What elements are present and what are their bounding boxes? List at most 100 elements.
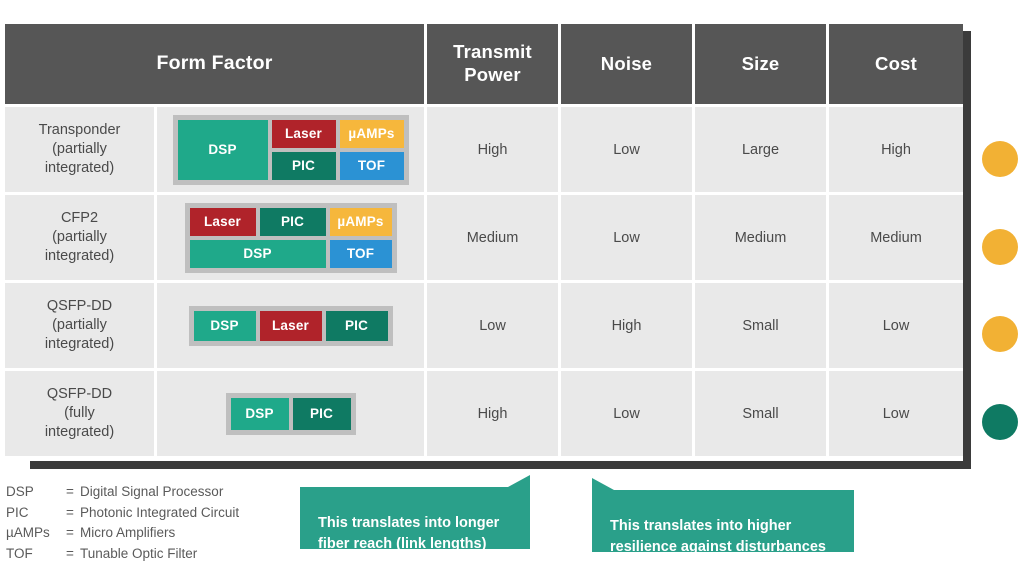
legend-key: µAMPs bbox=[6, 525, 50, 541]
chip-pic: PIC bbox=[325, 310, 388, 341]
table-row: CFP2 (partially integrated) Laser PIC µA… bbox=[5, 195, 963, 280]
chip-dsp: DSP bbox=[230, 397, 289, 430]
cell-form-factor: QSFP-DD (partially integrated) DSP Laser… bbox=[5, 283, 424, 368]
cell-size: Small bbox=[695, 283, 826, 368]
cell-noise: Low bbox=[561, 195, 692, 280]
cell-cost: Low bbox=[829, 283, 963, 368]
cell-value: Low bbox=[479, 317, 506, 334]
chip-stack: Laser µAMPs PIC TOF bbox=[271, 119, 404, 180]
abbreviation-legend: DSP = Digital Signal Processor PIC = Pho… bbox=[6, 482, 239, 564]
column-header-noise: Noise bbox=[561, 24, 692, 104]
package-frame: DSP PIC bbox=[225, 392, 356, 435]
cell-cost: Medium bbox=[829, 195, 963, 280]
form-factor-label: QSFP-DD (partially integrated) bbox=[5, 283, 154, 368]
legend-key: TOF bbox=[6, 545, 33, 561]
legend-item: µAMPs = Micro Amplifiers bbox=[6, 523, 239, 544]
comparison-table-slide: Form Factor Transmit Power Noise Size Co… bbox=[0, 0, 1024, 580]
column-header-size-label: Size bbox=[741, 52, 780, 74]
chip-row-bottom: DSP TOF bbox=[189, 239, 392, 268]
package-diagram-qsfp-dd-full: DSP PIC bbox=[157, 371, 424, 456]
cell-size: Medium bbox=[695, 195, 826, 280]
chip-pic: PIC bbox=[259, 207, 326, 236]
status-indicator-column bbox=[980, 24, 1024, 461]
chip-dsp: DSP bbox=[177, 119, 268, 180]
cell-transmit-power: Medium bbox=[427, 195, 558, 280]
chip-pic: PIC bbox=[292, 397, 351, 430]
chip-uamps: µAMPs bbox=[339, 119, 404, 148]
cell-value: Large bbox=[741, 141, 780, 158]
chip-uamps: µAMPs bbox=[329, 207, 392, 236]
package-frame: DSP Laser PIC bbox=[188, 305, 393, 346]
chip-tof: TOF bbox=[339, 151, 404, 180]
cell-value: High bbox=[477, 141, 508, 158]
chip-row-top: Laser PIC µAMPs bbox=[189, 207, 392, 236]
chip-laser: Laser bbox=[271, 119, 336, 148]
column-header-transmit-power: Transmit Power bbox=[427, 24, 558, 104]
legend-equals: = bbox=[66, 484, 74, 499]
table-shadow-bottom bbox=[30, 461, 971, 469]
status-dot-qsfp-dd-full bbox=[982, 404, 1018, 440]
legend-key: PIC bbox=[6, 504, 29, 520]
column-header-cost: Cost bbox=[829, 24, 963, 104]
callout-notch-icon bbox=[592, 478, 614, 490]
legend-value: Micro Amplifiers bbox=[80, 525, 176, 541]
cell-value: Medium bbox=[466, 229, 519, 246]
cell-noise: Low bbox=[561, 107, 692, 192]
form-factor-label: CFP2 (partially integrated) bbox=[5, 195, 154, 280]
legend-value: Tunable Optic Filter bbox=[80, 545, 198, 561]
chip-laser: Laser bbox=[189, 207, 256, 236]
cell-cost: Low bbox=[829, 371, 963, 456]
cell-transmit-power: Low bbox=[427, 283, 558, 368]
legend-equals: = bbox=[66, 504, 74, 520]
callout-notch-icon bbox=[508, 475, 530, 487]
table-row: Transponder (partially integrated) DSP L… bbox=[5, 107, 963, 192]
column-header-transmit-power-label: Transmit Power bbox=[453, 41, 532, 85]
chip-dsp: DSP bbox=[193, 310, 256, 341]
status-dot-transponder bbox=[982, 141, 1018, 177]
chip-dsp: DSP bbox=[189, 239, 326, 268]
package-frame: DSP Laser µAMPs PIC TOF bbox=[172, 114, 409, 185]
cell-value: Low bbox=[882, 317, 910, 334]
column-header-form-factor-label: Form Factor bbox=[156, 52, 273, 75]
callout-text: This translates into higher resilience a… bbox=[610, 518, 826, 555]
cell-size: Small bbox=[695, 371, 826, 456]
legend-item: DSP = Digital Signal Processor bbox=[6, 482, 239, 503]
column-header-form-factor: Form Factor bbox=[5, 24, 424, 104]
cell-value: Medium bbox=[734, 229, 787, 246]
chip-laser: Laser bbox=[259, 310, 322, 341]
cell-transmit-power: High bbox=[427, 371, 558, 456]
cell-noise: High bbox=[561, 283, 692, 368]
cell-value: Medium bbox=[870, 229, 922, 246]
callout-fiber-reach: This translates into longer fiber reach … bbox=[300, 475, 530, 552]
cell-value: Low bbox=[613, 405, 640, 422]
chip-row-bottom: PIC TOF bbox=[271, 151, 404, 180]
chip-tof: TOF bbox=[329, 239, 392, 268]
chip-pic: PIC bbox=[271, 151, 336, 180]
cell-value: Low bbox=[882, 405, 910, 422]
column-header-noise-label: Noise bbox=[600, 52, 653, 74]
form-factor-label: Transponder (partially integrated) bbox=[5, 107, 154, 192]
cell-value: Small bbox=[742, 405, 779, 422]
cell-value: High bbox=[611, 317, 642, 334]
package-frame: Laser PIC µAMPs DSP TOF bbox=[184, 202, 397, 273]
cell-transmit-power: High bbox=[427, 107, 558, 192]
legend-value: Digital Signal Processor bbox=[80, 484, 224, 499]
column-header-cost-label: Cost bbox=[875, 52, 917, 74]
legend-item: TOF = Tunable Optic Filter bbox=[6, 544, 239, 565]
table-row: QSFP-DD (partially integrated) DSP Laser… bbox=[5, 283, 963, 368]
legend-item: PIC = Photonic Integrated Circuit bbox=[6, 503, 239, 524]
cell-form-factor: CFP2 (partially integrated) Laser PIC µA… bbox=[5, 195, 424, 280]
cell-value: High bbox=[881, 141, 911, 158]
status-dot-cfp2 bbox=[982, 229, 1018, 265]
cell-size: Large bbox=[695, 107, 826, 192]
column-header-size: Size bbox=[695, 24, 826, 104]
legend-key: DSP bbox=[6, 484, 34, 499]
callout-text: This translates into longer fiber reach … bbox=[318, 515, 500, 552]
package-diagram-cfp2: Laser PIC µAMPs DSP TOF bbox=[157, 195, 424, 280]
package-diagram-qsfp-dd-partial: DSP Laser PIC bbox=[157, 283, 424, 368]
status-dot-qsfp-dd-partial bbox=[982, 316, 1018, 352]
callout-resilience: This translates into higher resilience a… bbox=[592, 478, 854, 555]
table-header-row: Form Factor Transmit Power Noise Size Co… bbox=[5, 24, 963, 104]
table-shadow-right bbox=[963, 31, 971, 468]
cell-value: Low bbox=[613, 141, 640, 158]
